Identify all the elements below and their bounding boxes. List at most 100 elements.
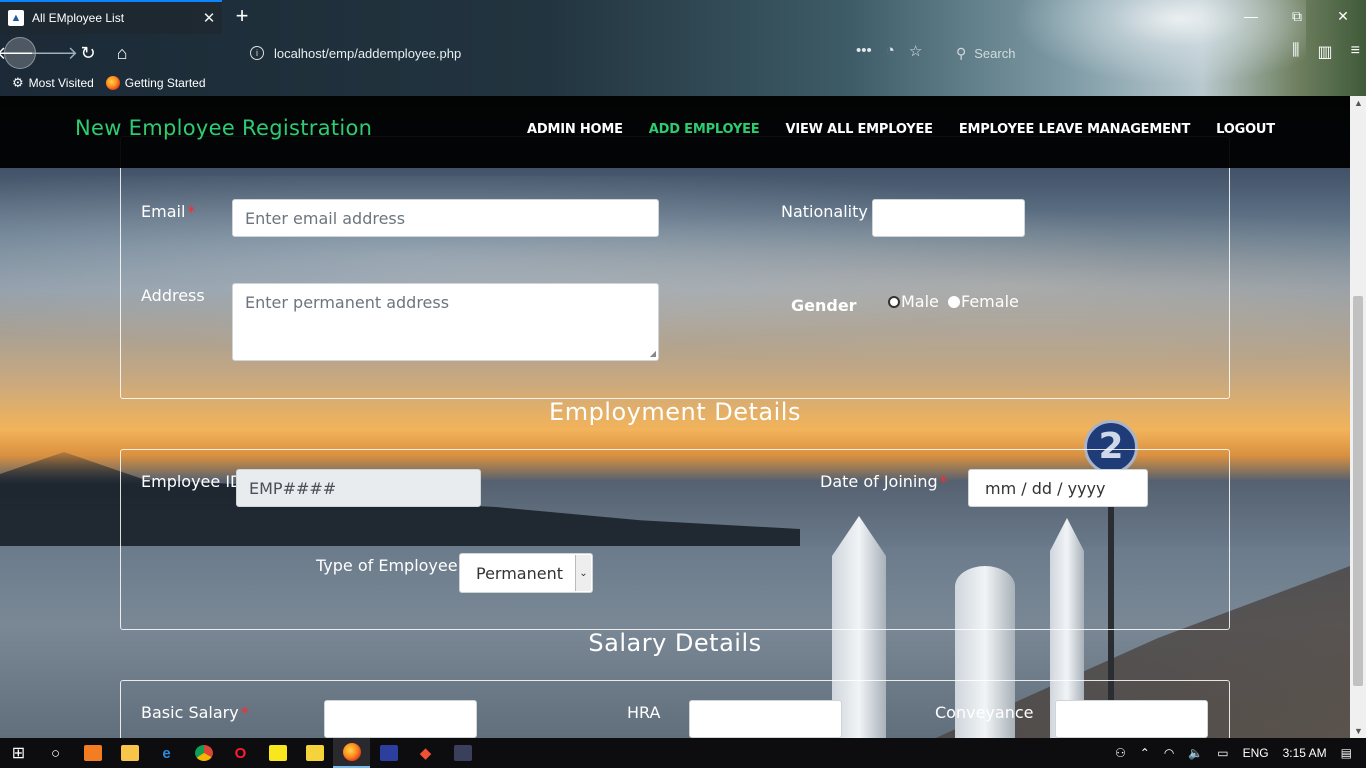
basic-salary-input[interactable]	[324, 700, 477, 738]
git-icon[interactable]: ◆	[407, 738, 444, 768]
scroll-up-icon[interactable]: ▲	[1354, 98, 1363, 108]
media-player-icon[interactable]	[296, 738, 333, 768]
bookmark-star-icon[interactable]: ☆	[909, 42, 922, 60]
toolbar-tools: ⫼ ▥ ≡	[1292, 42, 1360, 62]
gear-icon: ⚙	[12, 75, 24, 90]
battery-icon[interactable]: ▭	[1217, 746, 1228, 760]
employee-id-value: EMP####	[249, 478, 337, 498]
site-nav: ADMIN HOME ADD EMPLOYEE VIEW ALL EMPLOYE…	[527, 122, 1275, 137]
terminal-icon[interactable]	[444, 738, 481, 768]
new-tab-button[interactable]: +	[230, 4, 254, 30]
reload-button[interactable]: ↻	[72, 37, 104, 69]
page-scrollbar[interactable]: ▲ ▼	[1350, 96, 1366, 738]
required-marker: *	[939, 472, 948, 491]
bookmark-most-visited[interactable]: ⚙ Most Visited	[12, 75, 94, 91]
people-icon[interactable]: ⚇	[1115, 746, 1126, 760]
nationality-label: Nationality	[781, 202, 868, 221]
nav-logout[interactable]: LOGOUT	[1216, 122, 1275, 137]
gender-male-radio[interactable]: Male	[888, 292, 939, 311]
url-actions: ••• ◔ ☆	[856, 42, 922, 60]
notifications-icon[interactable]: ▤	[1341, 746, 1352, 760]
chrome-icon[interactable]	[185, 738, 222, 768]
bookmark-label: Most Visited	[28, 76, 94, 90]
bookmark-getting-started[interactable]: Getting Started	[105, 76, 206, 90]
page-actions-icon[interactable]: •••	[856, 42, 872, 60]
scrollbar-thumb[interactable]	[1353, 296, 1363, 686]
hra-label: HRA	[627, 703, 661, 722]
nav-add-employee[interactable]: ADD EMPLOYEE	[649, 122, 760, 137]
email-label: Email *	[141, 202, 196, 221]
browser-tab[interactable]: ▲ All EMployee List ✕	[0, 0, 222, 34]
restore-button[interactable]: ⧉	[1274, 0, 1320, 32]
chevron-up-icon[interactable]: ⌃	[1140, 746, 1150, 760]
radio-button-icon[interactable]	[888, 295, 900, 308]
required-marker: *	[187, 202, 196, 221]
browser-toolbar: 🡐 🡒 ↻ ⌂ i localhost/emp/addemployee.php …	[0, 36, 1366, 70]
firefox-taskbar-icon[interactable]	[333, 738, 370, 768]
clock[interactable]: 3:15 AM	[1283, 746, 1327, 760]
file-explorer-icon[interactable]	[111, 738, 148, 768]
library-icon[interactable]: ⫼	[1292, 42, 1299, 62]
edge-icon[interactable]: e	[148, 738, 185, 768]
url-text: localhost/emp/addemployee.php	[274, 45, 462, 61]
address-textarea[interactable]: Enter permanent address ◢	[232, 283, 659, 361]
pocket-icon[interactable]: ◔	[886, 42, 895, 60]
window-controls: — ⧉ ✕	[1228, 0, 1366, 32]
wifi-icon[interactable]: ◠	[1164, 746, 1174, 760]
basic-salary-label: Basic Salary *	[141, 703, 249, 722]
language-indicator[interactable]: ENG	[1243, 746, 1269, 760]
email-input[interactable]: Enter email address	[232, 199, 659, 237]
site-brand[interactable]: New Employee Registration	[75, 116, 372, 140]
volume-icon[interactable]: 🔈	[1188, 746, 1203, 760]
conveyance-label: Conveyance	[935, 703, 1034, 722]
intellij-icon[interactable]	[370, 738, 407, 768]
salary-details-title: Salary Details	[588, 629, 762, 657]
site-favicon-icon: ▲	[8, 10, 24, 26]
home-button[interactable]: ⌂	[106, 37, 138, 69]
employee-id-input: EMP####	[236, 469, 481, 507]
employee-type-value: Permanent	[476, 563, 564, 583]
resize-grip-icon[interactable]: ◢	[650, 349, 656, 358]
bookmarks-toolbar: ⚙ Most Visited Getting Started	[0, 72, 206, 94]
tab-title: All EMployee List	[32, 11, 125, 25]
radio-button-icon[interactable]	[948, 295, 960, 308]
nav-view-all-employee[interactable]: VIEW ALL EMPLOYEE	[785, 122, 933, 137]
email-placeholder: Enter email address	[245, 208, 406, 228]
url-bar[interactable]: i localhost/emp/addemployee.php	[240, 38, 940, 68]
window-close-button[interactable]: ✕	[1320, 0, 1366, 32]
site-header: New Employee Registration ADMIN HOME ADD…	[0, 96, 1350, 168]
forward-button[interactable]: 🡒	[30, 37, 78, 69]
minimize-button[interactable]: —	[1228, 0, 1274, 32]
search-placeholder: Search	[974, 45, 1016, 61]
search-icon: ⚲	[956, 44, 967, 61]
menu-icon[interactable]: ≡	[1351, 42, 1360, 62]
employee-type-select[interactable]: Permanent ⌄	[459, 553, 593, 593]
start-button[interactable]: ⊞	[0, 738, 37, 768]
required-marker: *	[240, 703, 249, 722]
cortana-icon[interactable]: ○	[37, 738, 74, 768]
employee-type-label: Type of Employee	[316, 556, 458, 575]
employment-details-title: Employment Details	[549, 398, 801, 426]
nav-leave-management[interactable]: EMPLOYEE LEAVE MANAGEMENT	[959, 122, 1191, 137]
close-tab-icon[interactable]: ✕	[196, 9, 222, 27]
hra-input[interactable]	[689, 700, 842, 738]
sticky-notes-icon[interactable]	[259, 738, 296, 768]
search-bar[interactable]: ⚲ Search	[950, 39, 1150, 67]
address-placeholder: Enter permanent address	[245, 293, 450, 312]
date-of-joining-input[interactable]: mm / dd / yyyy	[968, 469, 1148, 507]
nav-admin-home[interactable]: ADMIN HOME	[527, 122, 623, 137]
opera-icon[interactable]: O	[222, 738, 259, 768]
conveyance-input[interactable]	[1055, 700, 1208, 738]
sidebar-icon[interactable]: ▥	[1318, 42, 1333, 62]
xampp-icon[interactable]	[74, 738, 111, 768]
gender-label: Gender	[791, 296, 857, 315]
nationality-input[interactable]	[872, 199, 1025, 237]
scroll-down-icon[interactable]: ▼	[1354, 726, 1363, 736]
windows-taskbar: ⊞ ○ e O ◆ ⚇ ⌃ ◠ 🔈 ▭ ENG 3:15 AM ▤	[0, 738, 1366, 768]
date-of-joining-label: Date of Joining *	[820, 472, 948, 491]
firefox-icon	[105, 76, 120, 90]
info-icon[interactable]: i	[250, 46, 264, 60]
gender-female-radio[interactable]: Female	[948, 292, 1019, 311]
bookmark-label: Getting Started	[124, 76, 206, 90]
chevron-down-icon[interactable]: ⌄	[575, 555, 591, 591]
